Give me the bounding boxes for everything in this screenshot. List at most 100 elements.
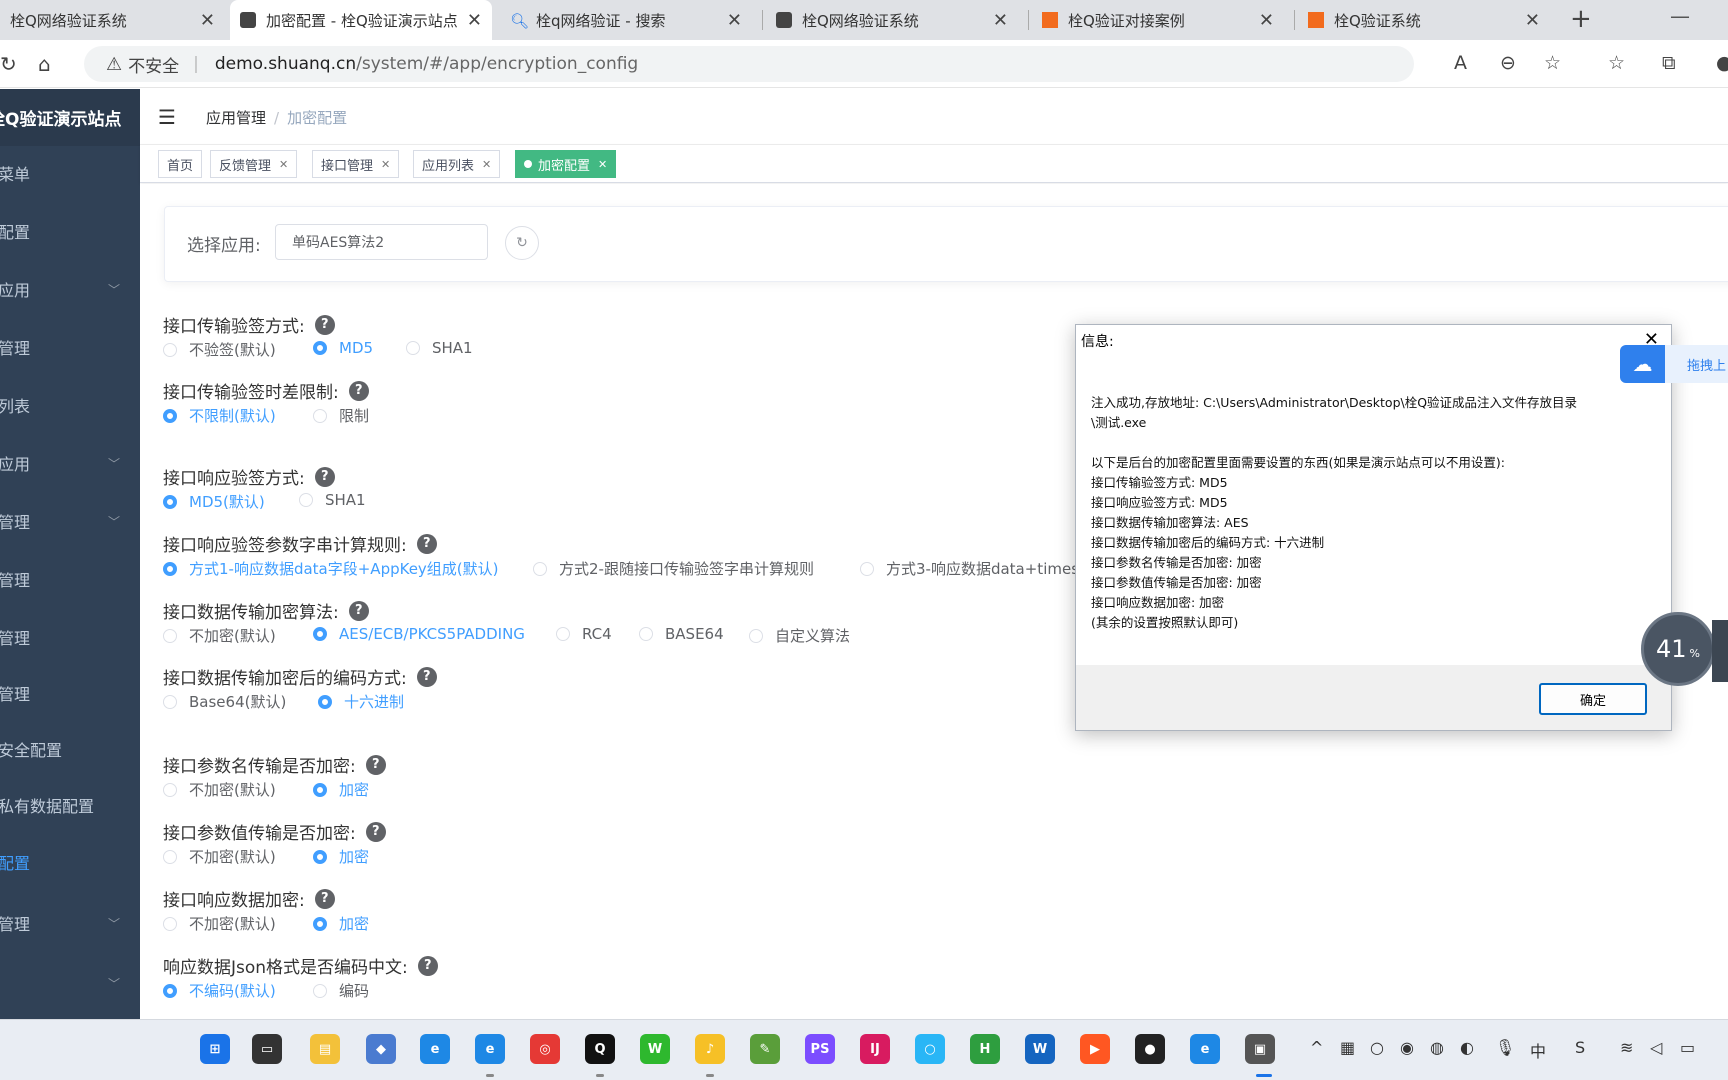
app-select[interactable]: 单码AES算法2 (275, 224, 488, 260)
home-icon[interactable]: ⌂ (38, 52, 51, 76)
close-icon[interactable]: ✕ (727, 10, 742, 31)
radio-option[interactable]: 方式3-响应数据data+timest (860, 558, 1085, 579)
close-icon[interactable]: ✕ (381, 158, 390, 171)
tray-app-icon[interactable]: S (1575, 1038, 1585, 1057)
close-icon[interactable]: ✕ (598, 158, 607, 171)
phpstorm-icon[interactable]: PS (805, 1034, 835, 1064)
drag-upload-hint[interactable]: 拖拽上 (1665, 345, 1728, 383)
browser-tab[interactable]: 栓Q网络验证系统 ✕ (0, 0, 225, 40)
refresh-button[interactable]: ↻ (505, 226, 539, 260)
sidebar-item[interactable]: 管理 (0, 319, 140, 375)
sidebar-item[interactable]: 管理 ﹀ (0, 493, 140, 549)
sidebar-item[interactable]: ﹀ (0, 955, 140, 1011)
wechat-icon[interactable]: W (640, 1034, 670, 1064)
edge-dev-icon[interactable]: e (475, 1034, 505, 1064)
close-icon[interactable]: ✕ (1525, 10, 1540, 31)
radio-option[interactable]: 方式1-响应数据data字段+AppKey组成(默认) (163, 558, 499, 579)
radio-option[interactable]: 不限制(默认) (163, 405, 276, 426)
radio-option[interactable]: SHA1 (299, 491, 366, 509)
app-icon[interactable]: ♪ (695, 1034, 725, 1064)
microphone-icon[interactable]: 🎙︎ (1495, 1038, 1515, 1057)
sidebar-item[interactable]: 管理 ﹀ (0, 895, 140, 951)
help-icon[interactable]: ? (365, 821, 386, 842)
radio-option[interactable]: 方式2-跟随接口传输验签字串计算规则 (533, 558, 814, 579)
radio-option[interactable]: BASE64 (639, 625, 724, 643)
radio-option[interactable]: Base64(默认) (163, 691, 286, 712)
radio-option[interactable]: 自定义算法 (749, 625, 850, 646)
address-bar[interactable]: ⚠ 不安全 | demo.shuanq.cn/system/#/app/encr… (84, 46, 1414, 82)
sidebar-item[interactable]: 配置 (0, 203, 140, 259)
app-icon[interactable]: ○ (915, 1034, 945, 1064)
browser-tab[interactable]: 栓Q验证对接案例 ✕ (1032, 0, 1284, 40)
radio-option[interactable]: 加密 (313, 779, 369, 800)
sidebar-item[interactable]: 应用 ﹀ (0, 261, 140, 317)
close-icon[interactable]: ✕ (279, 158, 288, 171)
radio-option[interactable]: 加密 (313, 913, 369, 934)
record-icon[interactable]: ● (1135, 1034, 1165, 1064)
radio-option[interactable]: 不加密(默认) (163, 913, 276, 934)
intellij-icon[interactable]: IJ (860, 1034, 890, 1064)
cpu-usage-widget[interactable]: 41% (1641, 612, 1715, 686)
help-icon[interactable]: ? (348, 380, 369, 401)
help-icon[interactable]: ? (348, 600, 369, 621)
radio-option[interactable]: AES/ECB/PKCS5PADDING (313, 625, 525, 643)
word-icon[interactable]: W (1025, 1034, 1055, 1064)
collections-icon[interactable]: ⧉ (1662, 52, 1676, 74)
edge-icon[interactable]: e (1190, 1034, 1220, 1064)
radio-option[interactable]: 十六进制 (318, 691, 404, 712)
zoom-icon[interactable]: ⊖ (1500, 52, 1516, 74)
sidebar-item[interactable]: 私有数据配置 (0, 777, 140, 833)
edge-icon[interactable]: e (420, 1034, 450, 1064)
favorites-icon[interactable]: ☆ (1608, 52, 1625, 74)
tray-app-icon[interactable]: ▦ (1340, 1038, 1355, 1057)
qq-icon[interactable]: ◍ (1430, 1038, 1444, 1057)
add-favorite-icon[interactable]: ☆ (1544, 52, 1561, 74)
tray-app-icon[interactable]: ○ (1370, 1038, 1384, 1057)
input-method-icon[interactable]: 中 (1530, 1038, 1546, 1062)
close-icon[interactable]: ✕ (200, 10, 215, 31)
hbuilder-icon[interactable]: H (970, 1034, 1000, 1064)
help-icon[interactable]: ? (365, 754, 386, 775)
radio-option[interactable]: 加密 (313, 846, 369, 867)
tag-encryption-config[interactable]: 加密配置 ✕ (515, 150, 617, 178)
radio-option[interactable]: RC4 (556, 625, 612, 643)
radio-option[interactable]: 编码 (313, 980, 369, 1001)
new-tab-button[interactable]: + (1570, 4, 1592, 34)
sidebar-item[interactable]: 管理 (0, 665, 140, 721)
tag-feedback[interactable]: 反馈管理 ✕ (210, 150, 298, 178)
sidebar-item[interactable]: 应用 ﹀ (0, 435, 140, 491)
help-icon[interactable]: ? (416, 666, 437, 687)
browser-tab[interactable]: 栓Q验证系统 ✕ (1298, 0, 1550, 40)
browser-tab-active[interactable]: 加密配置 - 栓Q验证演示站点 ✕ (230, 0, 492, 40)
close-icon[interactable]: ✕ (993, 10, 1008, 31)
radio-option[interactable]: MD5(默认) (163, 491, 265, 512)
tag-app-list[interactable]: 应用列表 ✕ (413, 150, 501, 178)
task-view-icon[interactable]: ▭ (252, 1034, 282, 1064)
close-icon[interactable]: ✕ (482, 158, 491, 171)
wechat-icon[interactable]: ◉ (1400, 1038, 1414, 1057)
browser-tab[interactable]: 🔍︎ 栓q网络验证 - 搜索 ✕ (500, 0, 752, 40)
wifi-icon[interactable]: ≋ (1620, 1038, 1633, 1057)
start-icon[interactable]: ⊞ (200, 1034, 230, 1064)
app-icon[interactable]: ◆ (366, 1034, 396, 1064)
battery-icon[interactable]: ▭ (1680, 1038, 1695, 1057)
cloud-upload-icon[interactable]: ☁ (1620, 345, 1665, 383)
tag-api[interactable]: 接口管理 ✕ (312, 150, 400, 178)
refresh-icon[interactable]: ↻ (0, 52, 17, 76)
help-icon[interactable]: ? (417, 955, 438, 976)
sidebar-item-active[interactable]: 配置 (0, 834, 140, 890)
close-icon[interactable]: ✕ (467, 10, 482, 31)
help-icon[interactable]: ? (314, 314, 335, 335)
radio-option[interactable]: 不验签(默认) (163, 339, 276, 360)
sidebar-item[interactable]: 安全配置 (0, 721, 140, 777)
app-icon[interactable]: ✎ (750, 1034, 780, 1064)
tray-app-icon[interactable]: ◐ (1460, 1038, 1474, 1057)
sidebar-item[interactable]: 管理 (0, 551, 140, 607)
minimize-button[interactable]: — (1670, 4, 1690, 28)
qq-icon[interactable]: Q (585, 1034, 615, 1064)
radio-option[interactable]: 不加密(默认) (163, 846, 276, 867)
file-explorer-icon[interactable]: ▤ (310, 1034, 340, 1064)
menu-toggle-icon[interactable]: ☰ (158, 105, 176, 129)
chevron-up-icon[interactable]: ^ (1310, 1038, 1323, 1057)
app-icon[interactable]: ▣ (1245, 1034, 1275, 1064)
